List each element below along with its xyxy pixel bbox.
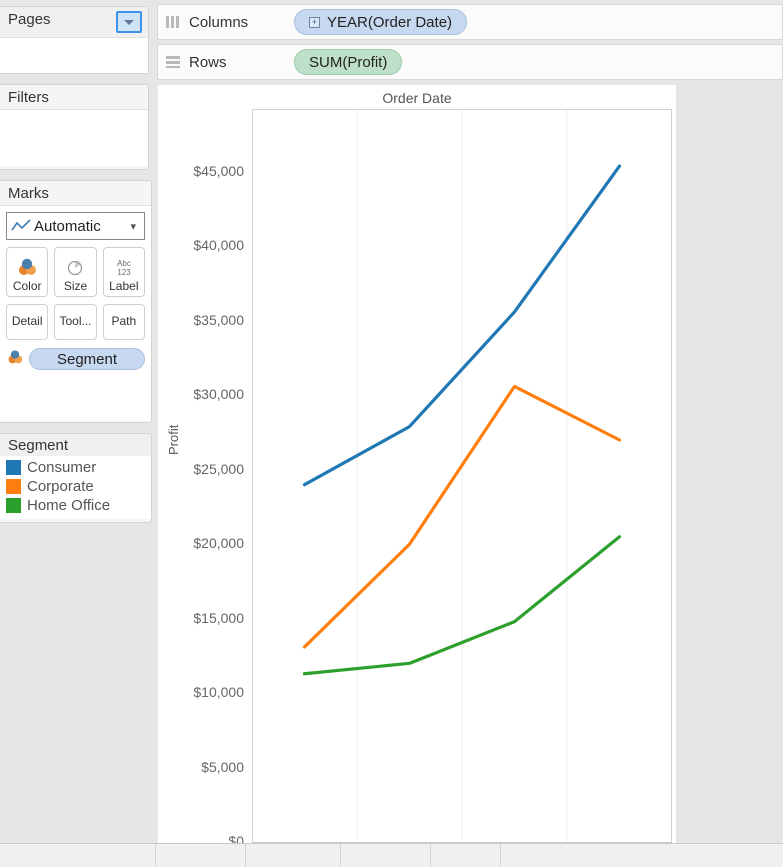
pages-card-header: Pages xyxy=(0,7,148,37)
size-button[interactable]: Size xyxy=(54,247,97,297)
y-axis-title: Profit xyxy=(166,424,181,455)
label-button[interactable]: Abc 123 Label xyxy=(102,247,145,297)
status-bar xyxy=(0,843,783,867)
marks-card: Marks Automatic ▾ Color Size Abc 123 Lab… xyxy=(0,180,152,423)
y-axis-tick-label: $10,000 xyxy=(193,684,244,701)
y-axis-tick-label: $20,000 xyxy=(193,535,244,552)
svg-text:Abc: Abc xyxy=(117,259,131,268)
detail-button[interactable]: Detail xyxy=(6,304,49,340)
size-icon xyxy=(65,255,85,279)
pages-card: Pages xyxy=(0,6,149,74)
columns-pill-year-order-date[interactable]: + YEAR(Order Date) xyxy=(294,9,468,35)
pages-title: Pages xyxy=(8,11,51,28)
y-axis-tick-label: $25,000 xyxy=(193,460,244,477)
line-mark-icon xyxy=(11,217,31,235)
chevron-down-glyph xyxy=(124,19,134,25)
rows-icon xyxy=(166,56,184,68)
left-sidebar: Pages Filters Marks Automatic ▾ Color Si… xyxy=(0,0,153,843)
filters-card: Filters xyxy=(0,84,149,170)
chevron-down-icon: ▾ xyxy=(130,220,136,233)
color-legend-card: Segment Consumer Corporate Home Office xyxy=(0,433,152,523)
chart-title: Order Date xyxy=(382,90,452,106)
marks-title: Marks xyxy=(8,185,49,202)
y-axis-tick-label: $45,000 xyxy=(193,163,244,179)
pages-drop-zone[interactable] xyxy=(0,37,148,73)
rows-shelf[interactable]: Rows SUM(Profit) xyxy=(157,44,783,80)
tooltip-button-label: Tool... xyxy=(59,313,92,328)
legend-items: Consumer Corporate Home Office xyxy=(0,456,151,519)
marks-button-row-1: Color Size Abc 123 Label xyxy=(6,247,145,297)
legend-item-home-office[interactable]: Home Office xyxy=(6,496,151,515)
status-divider xyxy=(430,844,431,867)
legend-title: Segment xyxy=(0,434,151,456)
legend-item-label: Home Office xyxy=(27,497,111,514)
chevron-down-icon[interactable] xyxy=(116,11,142,33)
color-button-label: Color xyxy=(12,279,42,293)
y-axis-tick-label: $5,000 xyxy=(201,758,244,775)
color-button[interactable]: Color xyxy=(6,247,49,297)
marks-encoding-row: Segment xyxy=(6,348,145,370)
mark-type-select[interactable]: Automatic ▾ xyxy=(6,212,145,240)
status-divider xyxy=(340,844,341,867)
color-icon xyxy=(16,255,38,279)
path-button-label: Path xyxy=(111,313,137,328)
status-divider xyxy=(245,844,246,867)
filters-drop-zone[interactable] xyxy=(0,109,148,166)
columns-icon xyxy=(166,16,184,28)
y-axis-tick-label: $15,000 xyxy=(193,609,244,626)
legend-item-label: Corporate xyxy=(27,478,94,495)
path-button[interactable]: Path xyxy=(102,304,145,340)
plot-area[interactable]: $0 $5,000 $10,000 $15,000 $20,000 $25,000 $30,… xyxy=(193,109,672,867)
mark-type-label: Automatic xyxy=(34,217,101,235)
shelf-area: Columns + YEAR(Order Date) Rows SUM(Prof… xyxy=(155,0,783,84)
legend-item-corporate[interactable]: Corporate xyxy=(6,477,151,496)
rows-pill-sum-profit[interactable]: SUM(Profit) xyxy=(294,49,403,75)
tooltip-button[interactable]: Tool... xyxy=(54,304,97,340)
marks-button-row-2: Detail Tool... Path xyxy=(6,304,145,340)
line-chart-svg xyxy=(247,109,672,848)
abc-123-icon: Abc 123 xyxy=(112,255,136,279)
tableau-worksheet-window: Pages Filters Marks Automatic ▾ Color Si… xyxy=(0,0,783,867)
size-button-label: Size xyxy=(63,279,88,293)
visualization-pane: Order Date Profit $0 $5,000 $10,000 $15,000… xyxy=(158,85,676,867)
marks-card-body: Automatic ▾ Color Size Abc 123 Label Det… xyxy=(0,205,151,421)
columns-shelf-label: Columns xyxy=(189,13,249,31)
label-button-label: Label xyxy=(109,279,139,293)
rows-pill-label: SUM(Profit) xyxy=(309,53,388,71)
columns-pill-label: YEAR(Order Date) xyxy=(327,13,453,31)
legend-item-label: Consumer xyxy=(27,459,97,476)
legend-swatch xyxy=(6,479,21,494)
marks-segment-pill[interactable]: Segment xyxy=(29,348,145,370)
legend-swatch xyxy=(6,498,21,513)
legend-swatch xyxy=(6,460,21,475)
y-axis-tick-label: $35,000 xyxy=(193,311,244,328)
columns-shelf[interactable]: Columns + YEAR(Order Date) xyxy=(157,4,783,40)
legend-item-consumer[interactable]: Consumer xyxy=(6,458,151,477)
status-divider xyxy=(500,844,501,867)
y-axis-tick-label: $30,000 xyxy=(193,386,244,403)
detail-button-label: Detail xyxy=(11,313,43,328)
status-divider xyxy=(155,844,156,867)
filters-title: Filters xyxy=(8,89,49,106)
svg-text:123: 123 xyxy=(117,268,131,277)
y-axis-tick-label: $40,000 xyxy=(193,237,244,254)
color-icon xyxy=(6,349,24,370)
expand-plus-icon[interactable]: + xyxy=(309,16,320,28)
rows-shelf-label: Rows xyxy=(189,53,227,71)
